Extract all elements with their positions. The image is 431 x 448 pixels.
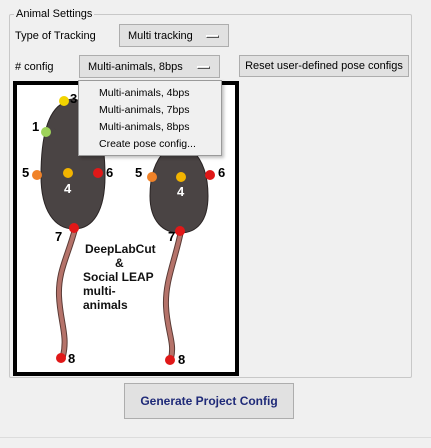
diagram-caption-line: &	[115, 256, 124, 270]
menu-item-8bps[interactable]: Multi-animals, 8bps	[79, 119, 221, 136]
tracking-type-value: Multi tracking	[128, 29, 193, 42]
point-label: 6	[106, 165, 113, 180]
config-value: Multi-animals, 8bps	[88, 60, 183, 73]
point-8-right	[165, 355, 175, 365]
point-label: 4	[64, 181, 72, 196]
diagram-caption-line: DeepLabCut	[85, 242, 156, 256]
point-3-left	[59, 96, 69, 106]
generate-project-config-label: Generate Project Config	[140, 394, 278, 408]
option-menu-indicator-icon	[197, 65, 210, 69]
tracking-type-label: Type of Tracking	[15, 30, 96, 42]
point-6-right	[205, 170, 215, 180]
diagram-caption-line: animals	[83, 298, 128, 312]
config-label: # config	[15, 61, 54, 73]
menu-item-4bps[interactable]: Multi-animals, 4bps	[79, 85, 221, 102]
status-bar	[0, 437, 431, 448]
reset-pose-configs-label: Reset user-defined pose configs	[245, 60, 403, 72]
point-label: 6	[218, 165, 225, 180]
point-label: 3	[70, 91, 77, 106]
menu-item-7bps[interactable]: Multi-animals, 7bps	[79, 102, 221, 119]
config-dropdown-menu: Multi-animals, 4bps Multi-animals, 7bps …	[78, 80, 222, 156]
generate-project-config-button[interactable]: Generate Project Config	[124, 383, 294, 419]
point-5-right	[147, 172, 157, 182]
tracking-type-select[interactable]: Multi tracking	[119, 24, 229, 47]
point-7-left	[69, 223, 79, 233]
diagram-caption-line: multi-	[83, 284, 116, 298]
point-4-right	[176, 172, 186, 182]
point-4-left	[63, 168, 73, 178]
point-7-right	[175, 226, 185, 236]
animal-settings-title: Animal Settings	[14, 8, 95, 20]
option-menu-indicator-icon	[206, 34, 219, 38]
reset-pose-configs-button[interactable]: Reset user-defined pose configs	[239, 55, 409, 77]
point-label: 5	[135, 165, 142, 180]
point-label: 1	[32, 119, 39, 134]
point-label: 8	[178, 352, 185, 367]
point-5-left	[32, 170, 42, 180]
menu-item-create-pose-config[interactable]: Create pose config...	[79, 136, 221, 153]
point-label: 4	[177, 184, 185, 199]
point-1-left	[41, 127, 51, 137]
diagram-caption-line: Social LEAP	[83, 270, 154, 284]
point-label: 8	[68, 351, 75, 366]
point-6-left	[93, 168, 103, 178]
config-select[interactable]: Multi-animals, 8bps	[79, 55, 220, 78]
point-label: 7	[55, 229, 62, 244]
point-label: 7	[168, 229, 175, 244]
point-label: 5	[22, 165, 29, 180]
point-8-left	[56, 353, 66, 363]
